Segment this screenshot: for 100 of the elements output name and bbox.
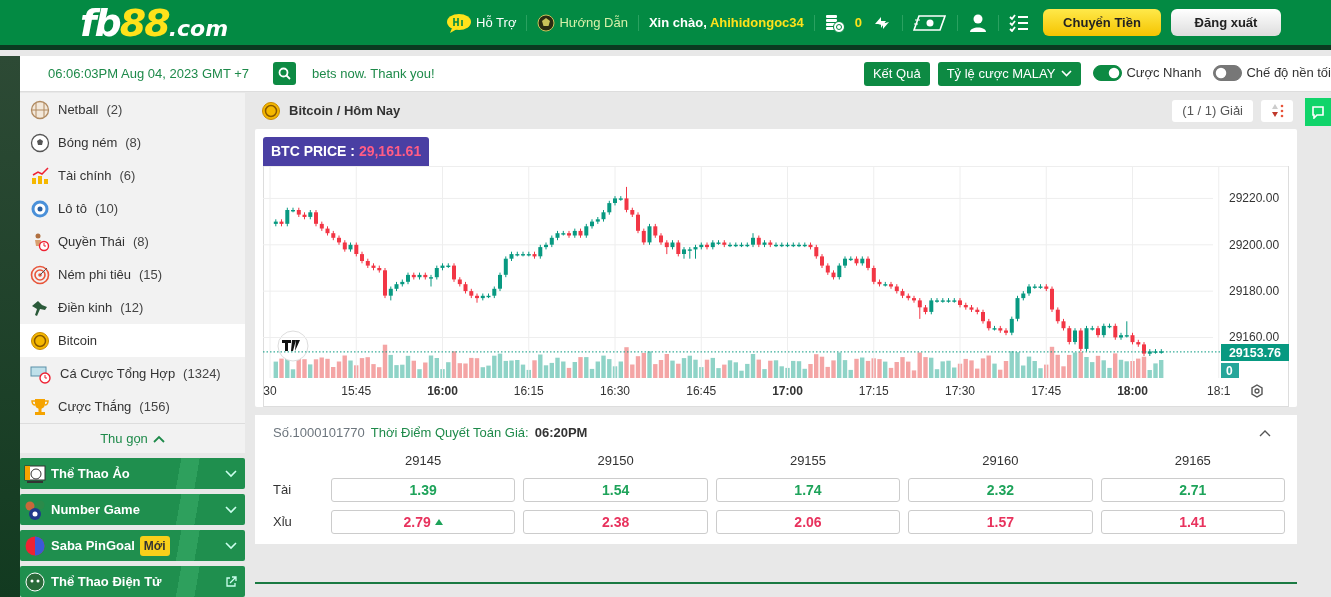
axis-label: 18:00	[1117, 384, 1148, 398]
toggle-switch[interactable]	[1213, 64, 1243, 81]
coin-icon	[30, 330, 50, 351]
odds-button[interactable]: 1.57	[908, 510, 1093, 534]
candlestick	[647, 223, 652, 246]
toggle-switch[interactable]	[1093, 64, 1123, 81]
results-button[interactable]: Kết Quả	[863, 61, 930, 86]
settle-label: Thời Điểm Quyết Toán Giá:	[370, 424, 529, 442]
column-header: 29160	[981, 451, 1020, 470]
coin-icon	[261, 101, 281, 121]
external-link-icon	[225, 575, 237, 588]
site-logo[interactable]: fb88.com	[80, 3, 229, 42]
market-number: Số.1000101770	[273, 424, 365, 442]
toggle-label: Cược Nhanh	[1126, 63, 1202, 82]
chevron-down-icon	[225, 541, 237, 550]
sidebar-item[interactable]: Cá Cược Tổng Hợp (1324)	[20, 357, 245, 390]
column-header: 29165	[1173, 451, 1212, 470]
candlestick	[1119, 332, 1123, 341]
column-header: 29150	[596, 451, 635, 470]
candlestick	[452, 262, 456, 283]
settle-time: 06:20PM	[534, 424, 588, 442]
candlestick	[498, 272, 502, 292]
axis-label: 16:45	[686, 384, 717, 398]
odds-button[interactable]: 2.32	[908, 478, 1093, 502]
axis-label: 29200.00	[1229, 237, 1280, 252]
candlestick	[624, 186, 629, 213]
soccer-screen-icon	[24, 462, 46, 485]
guide-link[interactable]: Hướng Dẫn	[537, 12, 628, 33]
chevron-down-icon	[225, 505, 237, 514]
balance-text: 0	[854, 13, 862, 32]
candlestick	[871, 265, 876, 285]
ball-icon	[24, 534, 46, 557]
candlestick	[429, 274, 433, 287]
chat-bubble-icon	[446, 12, 473, 33]
sidebar-item[interactable]: Tài chính (6)	[20, 159, 245, 192]
sort-button[interactable]	[1261, 100, 1293, 122]
odds-button[interactable]: 2.71	[1100, 478, 1285, 502]
axis-label: 16:30	[600, 384, 630, 398]
trophy-icon	[30, 396, 50, 417]
greeting-text: Xin chào, Ahihidongoc34	[648, 13, 804, 32]
axis-label: 15:45	[341, 384, 372, 398]
support-link[interactable]: Hỗ Trợ	[446, 12, 517, 33]
sport-section-header[interactable]: Thể Thao Điện Tử	[20, 566, 245, 597]
odds-dropdown[interactable]: Tỷ lệ cược MALAY	[937, 61, 1082, 86]
chat-icon	[1311, 105, 1325, 119]
league-counter: (1 / 1) Giải	[1172, 100, 1253, 122]
axis-label: 29160.00	[1229, 330, 1280, 345]
ticker-text: bets now. Thank you!	[312, 64, 435, 83]
chevron-up-icon[interactable]	[1259, 428, 1271, 437]
sidebar-item[interactable]: Quyền Thái (8)	[20, 225, 245, 258]
candlestick	[1015, 295, 1020, 322]
transfer-button[interactable]: Chuyển Tiền	[1043, 9, 1161, 36]
money-icon[interactable]	[913, 13, 947, 32]
search-button[interactable]	[273, 62, 297, 85]
odds-button[interactable]: 1.39	[331, 478, 516, 502]
axis-label: 16:15	[513, 384, 544, 398]
odds-button[interactable]: 1.41	[1100, 510, 1285, 534]
ball-icon	[537, 13, 556, 32]
sidebar-item[interactable]: Điền kinh (12)	[20, 291, 245, 324]
sidebar-item[interactable]: Bóng ném (8)	[20, 126, 245, 159]
odds-button[interactable]: 1.54	[523, 478, 708, 502]
row-label: Tài	[273, 481, 293, 500]
odds-button[interactable]: 1.74	[715, 478, 901, 502]
ball-icon	[30, 132, 50, 153]
candlestick	[503, 255, 508, 278]
axis-label: 18:1	[1207, 384, 1231, 398]
settings-icon[interactable]	[1251, 384, 1263, 398]
last-price-tag: 29153.76	[1221, 344, 1289, 361]
candlestick	[567, 230, 571, 239]
chevron-down-icon	[225, 469, 237, 478]
sidebar-item[interactable]: Bitcoin	[20, 324, 245, 357]
sport-section-header[interactable]: Number Game	[20, 494, 245, 525]
collapse-link[interactable]: Thu gọn	[20, 423, 245, 453]
logo-icon	[277, 330, 309, 362]
number-balls-icon	[24, 498, 46, 521]
sport-section-header[interactable]: Thể Thao Ảo	[20, 458, 245, 489]
axis-label: 17:45	[1031, 384, 1062, 398]
controller-icon	[24, 570, 46, 593]
odds-button[interactable]: 2.06	[715, 510, 901, 534]
user-icon[interactable]	[968, 12, 988, 33]
row-label: Xỉu	[273, 513, 293, 532]
column-header: 29145	[404, 451, 443, 470]
search-icon	[278, 67, 292, 80]
sidebar-item[interactable]: Cược Thắng (156)	[20, 390, 245, 423]
candlestick	[889, 281, 893, 290]
logout-button[interactable]: Đăng xuất	[1171, 9, 1281, 36]
checklist-icon[interactable]	[1009, 13, 1029, 32]
price-badge: BTC PRICE : 29,161.61	[263, 137, 430, 166]
sidebar-item[interactable]: Lô tô (10)	[20, 192, 245, 225]
axis-label: 16:00	[427, 384, 458, 398]
chevron-down-icon	[1061, 70, 1073, 77]
candlestick	[285, 207, 290, 227]
volume-tag: 0	[1221, 363, 1239, 378]
sidebar-item[interactable]: Netball (2)	[20, 93, 245, 126]
axis-label: 17:30	[945, 384, 975, 398]
odds-button[interactable]: 2.38	[523, 510, 708, 534]
odds-button[interactable]: 2.79	[331, 510, 516, 534]
netball-icon	[30, 99, 50, 120]
sport-section-header[interactable]: Saba PinGoal Mới	[20, 530, 245, 561]
sidebar-item[interactable]: Ném phi tiêu (15)	[20, 258, 245, 291]
